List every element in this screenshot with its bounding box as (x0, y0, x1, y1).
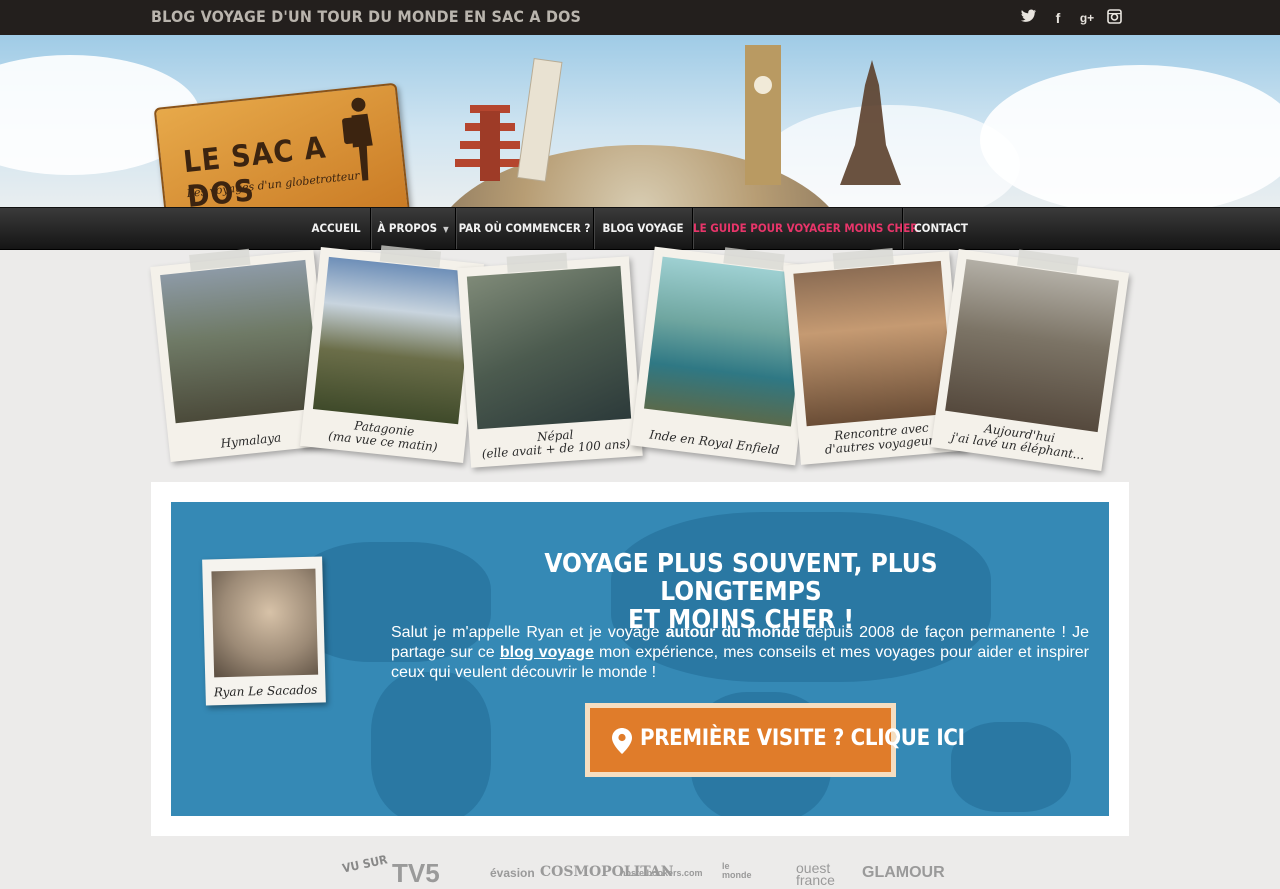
press-logo-evasion: évasion (490, 866, 535, 880)
google-plus-icon[interactable]: g+ (1077, 8, 1097, 28)
hero-title-line: VOYAGE PLUS SOUVENT, PLUS LONGTEMPS (544, 549, 938, 607)
twitter-icon[interactable] (1019, 8, 1039, 28)
nav-label: ACCUEIL (311, 221, 361, 235)
hero-intro-text: Salut je m'appelle Ryan et je voyage aut… (391, 623, 1089, 683)
intro-text-bold: autour du monde (665, 624, 800, 641)
nav-item-guide[interactable]: LE GUIDE POUR VOYAGER MOINS CHER (693, 208, 918, 249)
author-polaroid[interactable]: Ryan Le Sacados (202, 556, 326, 706)
top-bar: BLOG VOYAGE D'UN TOUR DU MONDE EN SAC A … (0, 0, 1280, 35)
photo (793, 260, 955, 427)
map-continent (951, 722, 1071, 812)
polaroid-caption: Inde en Royal Enfield (648, 427, 781, 458)
polaroid-nepal[interactable]: Népal (elle avait + de 100 ans) (457, 252, 643, 468)
facebook-icon[interactable]: f (1048, 8, 1068, 28)
press-logo-hostelbookers: hostelbookers.com (620, 868, 703, 878)
caret-down-icon: ▼ (443, 225, 449, 234)
photo (312, 256, 475, 425)
photo (945, 259, 1119, 433)
nav-label: LE GUIDE POUR VOYAGER MOINS CHER (693, 221, 919, 235)
press-logo-ouest-france: ouest france (796, 860, 835, 888)
map-continent (371, 672, 491, 816)
press-logo-le-monde: le monde (722, 861, 752, 880)
first-visit-button-face: PREMIÈRE VISITE ? CLIQUE ICI (590, 708, 965, 772)
map-pin-icon (612, 728, 632, 754)
press-logo-glamour: GLAMOUR (862, 864, 945, 881)
nav-label: PAR OÙ COMMENCER ? (458, 221, 591, 235)
nav-label: À PROPOS (377, 221, 438, 235)
photo (466, 265, 632, 430)
polaroid-elephant[interactable]: Aujourd'hui j'ai lavé un éléphant... (930, 249, 1130, 471)
photo (160, 259, 321, 424)
author-photo (211, 568, 319, 678)
nav-item-par-ou-commencer[interactable]: PAR OÙ COMMENCER ? (456, 208, 593, 249)
first-visit-button[interactable]: PREMIÈRE VISITE ? CLIQUE ICI (585, 703, 965, 777)
nav-item-blog-voyage[interactable]: BLOG VOYAGE (594, 208, 692, 249)
polaroid-patagonie[interactable]: Patagonie (ma vue ce matin) (299, 245, 485, 464)
nav-item-contact[interactable]: CONTACT (903, 208, 979, 249)
press-logo-tv5: TV5 (392, 858, 440, 888)
header-banner: LE SAC A DOS Les voyages d'un globetrott… (0, 35, 1280, 207)
author-caption: Ryan Le Sacados (213, 682, 318, 700)
nav-label: CONTACT (914, 221, 968, 235)
first-visit-label: PREMIÈRE VISITE ? CLIQUE ICI (640, 726, 965, 751)
backpacker-icon (342, 97, 373, 181)
intro-hero: Ryan Le Sacados VOYAGE PLUS SOUVENT, PLU… (171, 502, 1109, 816)
intro-text: Salut je m'appelle Ryan et je voyage (391, 624, 666, 641)
nav-item-a-propos[interactable]: À PROPOS ▼ (371, 208, 455, 249)
cloud (980, 65, 1280, 207)
nav-item-accueil[interactable]: ACCUEIL (303, 208, 369, 249)
press-label: VU SUR (341, 852, 389, 876)
landmarks-illustration (455, 45, 901, 185)
hero-title: VOYAGE PLUS SOUVENT, PLUS LONGTEMPS ET M… (531, 550, 951, 634)
instagram-icon[interactable] (1104, 8, 1124, 28)
nav-label: BLOG VOYAGE (602, 221, 684, 235)
site-tagline: BLOG VOYAGE D'UN TOUR DU MONDE EN SAC A … (151, 7, 582, 26)
polaroid-caption: Népal (elle avait + de 100 ans) (481, 427, 631, 461)
blog-voyage-link[interactable]: blog voyage (500, 644, 594, 661)
main-nav: ACCUEIL À PROPOS ▼ PAR OÙ COMMENCER ? BLO… (0, 207, 1280, 250)
